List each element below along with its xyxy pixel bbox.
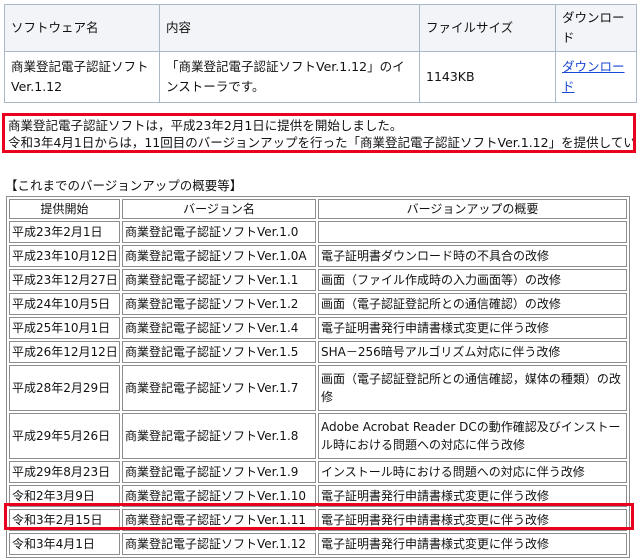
header-start: 提供開始 [9, 199, 120, 219]
download-table: ソフトウェア名 内容 ファイルサイズ ダウンロード 商業登記電子認証ソフトVer… [4, 4, 637, 103]
history-body: 平成23年2月1日 商業登記電子認証ソフトVer.1.0 平成23年10月12日 商業… [9, 221, 627, 555]
table-row: 平成23年2月1日 商業登記電子認証ソフトVer.1.0 [9, 221, 627, 243]
table-row: 平成26年12月12日 商業登記電子認証ソフトVer.1.5 SHA－256暗号アル… [9, 341, 627, 363]
table-row: 平成28年2月29日 商業登記電子認証ソフトVer.1.7 画面（電子認証登記所との… [9, 365, 627, 411]
summary-cell: 電子証明書発行申請書様式変更に伴う改修 [318, 533, 627, 555]
summary-cell: 電子証明書ダウンロード時の不具合の改修 [318, 245, 627, 267]
summary-cell: Adobe Acrobat Reader DCの動作確認及びインストール時におけ… [318, 413, 627, 459]
header-summary: バージョンアップの概要 [318, 199, 627, 219]
content-cell: 「商業登記電子認証ソフトVer.1.12」のインストーラです。 [159, 51, 420, 103]
start-date-cell: 令和3年4月1日 [9, 533, 120, 555]
start-date-cell: 平成23年2月1日 [9, 221, 120, 243]
summary-cell: SHA－256暗号アルゴリズム対応に伴う改修 [318, 341, 627, 363]
version-name-cell: 商業登記電子認証ソフトVer.1.0A [122, 245, 316, 267]
header-download: ダウンロード [555, 4, 637, 52]
version-name-cell: 商業登記電子認証ソフトVer.1.2 [122, 293, 316, 315]
file-size-cell: 1143KB [419, 51, 556, 103]
download-link[interactable]: ダウンロード [562, 59, 625, 94]
history-heading: 【これまでのバージョンアップの概要等】 [5, 178, 243, 193]
table-row: 平成29年5月26日 商業登記電子認証ソフトVer.1.8 Adobe Acroba… [9, 413, 627, 459]
table-row: 平成29年8月23日 商業登記電子認証ソフトVer.1.9 インストール時における問… [9, 461, 627, 483]
software-name-cell: 商業登記電子認証ソフトVer.1.12 [4, 51, 160, 103]
summary-cell: 電子証明書発行申請書様式変更に伴う改修 [318, 485, 627, 507]
version-name-cell: 商業登記電子認証ソフトVer.1.1 [122, 269, 316, 291]
start-date-cell: 令和2年3月9日 [9, 485, 120, 507]
table-row: 令和3年2月15日 商業登記電子認証ソフトVer.1.11 電子証明書発行申請書様式… [9, 509, 627, 531]
version-history-table: 提供開始 バージョン名 バージョンアップの概要 平成23年2月1日 商業登記電子認… [6, 196, 630, 558]
start-date-cell: 平成23年12月27日 [9, 269, 120, 291]
start-date-cell: 平成29年5月26日 [9, 413, 120, 459]
header-content: 内容 [159, 4, 420, 52]
notice-line-1: 商業登記電子認証ソフトは，平成23年2月1日に提供を開始しました。 [8, 118, 403, 133]
summary-cell [318, 221, 627, 243]
start-date-cell: 令和3年2月15日 [9, 509, 120, 531]
table-row: 平成23年12月27日 商業登記電子認証ソフトVer.1.1 画面（ファイル作成時の… [9, 269, 627, 291]
table-row: 平成25年10月1日 商業登記電子認証ソフトVer.1.4 電子証明書発行申請書様式… [9, 317, 627, 339]
table-row: 平成23年10月12日 商業登記電子認証ソフトVer.1.0A 電子証明書ダウンロー… [9, 245, 627, 267]
version-name-cell: 商業登記電子認証ソフトVer.1.0 [122, 221, 316, 243]
start-date-cell: 平成28年2月29日 [9, 365, 120, 411]
summary-cell: 画面（電子認証登記所との通信確認）の改修 [318, 293, 627, 315]
header-file-size: ファイルサイズ [419, 4, 556, 52]
header-software-name: ソフトウェア名 [4, 4, 160, 52]
table-row: 令和3年4月1日 商業登記電子認証ソフトVer.1.12 電子証明書発行申請書様式変… [9, 533, 627, 555]
version-name-cell: 商業登記電子認証ソフトVer.1.7 [122, 365, 316, 411]
download-cell: ダウンロード [555, 51, 637, 103]
summary-cell: インストール時における問題への対応に伴う改修 [318, 461, 627, 483]
table-row: 令和2年3月9日 商業登記電子認証ソフトVer.1.10 電子証明書発行申請書様式変… [9, 485, 627, 507]
summary-cell: 画面（電子認証登記所との通信確認，媒体の種類）の改修 [318, 365, 627, 411]
summary-cell: 画面（ファイル作成時の入力画面等）の改修 [318, 269, 627, 291]
version-name-cell: 商業登記電子認証ソフトVer.1.9 [122, 461, 316, 483]
summary-cell: 電子証明書発行申請書様式変更に伴う改修 [318, 317, 627, 339]
version-name-cell: 商業登記電子認証ソフトVer.1.8 [122, 413, 316, 459]
summary-cell: 電子証明書発行申請書様式変更に伴う改修 [318, 509, 627, 531]
start-date-cell: 平成29年8月23日 [9, 461, 120, 483]
download-table-header-row: ソフトウェア名 内容 ファイルサイズ ダウンロード [4, 4, 637, 52]
start-date-cell: 平成25年10月1日 [9, 317, 120, 339]
table-row: 平成24年10月5日 商業登記電子認証ソフトVer.1.2 画面（電子認証登記所との… [9, 293, 627, 315]
version-name-cell: 商業登記電子認証ソフトVer.1.11 [122, 509, 316, 531]
start-date-cell: 平成23年10月12日 [9, 245, 120, 267]
version-name-cell: 商業登記電子認証ソフトVer.1.5 [122, 341, 316, 363]
download-table-row: 商業登記電子認証ソフトVer.1.12 「商業登記電子認証ソフトVer.1.12… [4, 51, 637, 103]
version-name-cell: 商業登記電子認証ソフトVer.1.4 [122, 317, 316, 339]
notice-box: 商業登記電子認証ソフトは，平成23年2月1日に提供を開始しました。 令和3年4月… [2, 113, 636, 153]
notice-line-2: 令和3年4月1日からは，11回目のバージョンアップを行った「商業登記電子認証ソフ… [8, 135, 636, 150]
start-date-cell: 平成26年12月12日 [9, 341, 120, 363]
history-header-row: 提供開始 バージョン名 バージョンアップの概要 [9, 199, 627, 219]
version-name-cell: 商業登記電子認証ソフトVer.1.12 [122, 533, 316, 555]
version-name-cell: 商業登記電子認証ソフトVer.1.10 [122, 485, 316, 507]
header-version: バージョン名 [122, 199, 316, 219]
start-date-cell: 平成24年10月5日 [9, 293, 120, 315]
